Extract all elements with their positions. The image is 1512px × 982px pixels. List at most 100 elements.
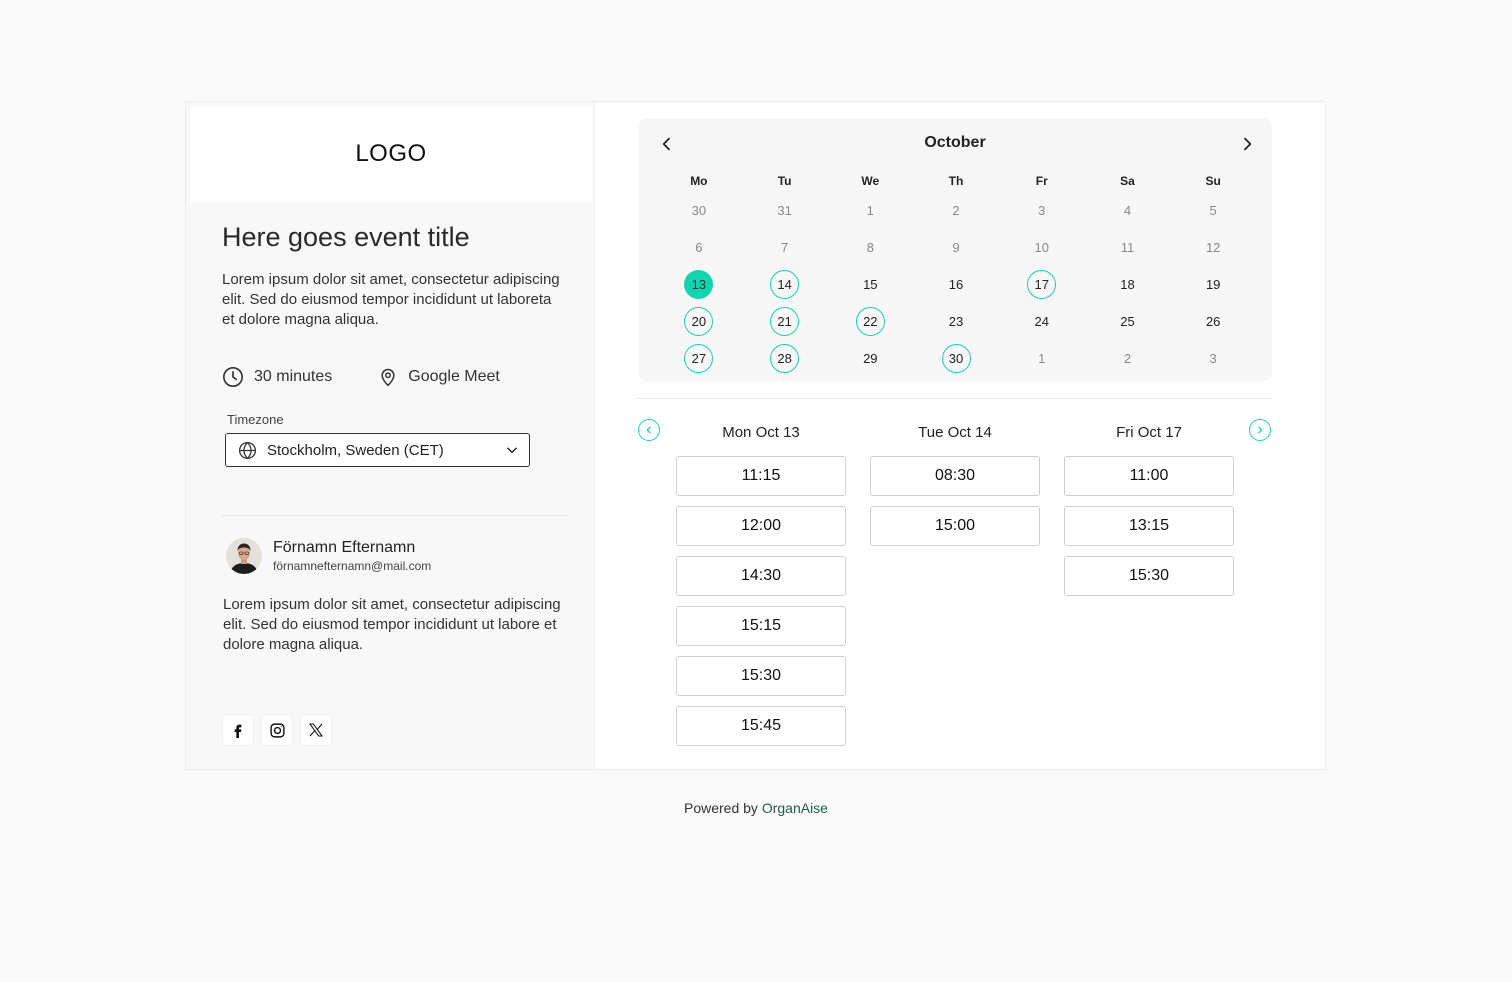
time-slot-button[interactable]: 15:30 — [1064, 556, 1234, 596]
next-days-button[interactable] — [1249, 419, 1271, 441]
calendar-day[interactable]: 23 — [942, 307, 971, 336]
weekday-label: Mo — [690, 174, 708, 188]
calendar-day: 4 — [1123, 203, 1132, 218]
host-email: förnamnefternamn@mail.com — [273, 559, 432, 573]
chevron-right-icon — [1258, 426, 1263, 434]
calendar-day: 12 — [1205, 240, 1221, 255]
logo-text: LOGO — [355, 140, 427, 167]
calendar-day[interactable]: 18 — [1113, 270, 1142, 299]
x-icon — [308, 723, 324, 737]
calendar-month: October — [924, 134, 986, 151]
calendar-grid: Mo Tu We Th Fr Sa Su 30 31 1 2 3 4 5 6 7 8 9 10 11 12 13 14 15… — [656, 170, 1256, 377]
calendar-week: 6 7 8 9 10 11 12 — [656, 229, 1256, 266]
slot-day-column: Tue Oct 14 08:30 15:00 — [870, 424, 1040, 546]
calendar-day-available[interactable]: 30 — [941, 344, 971, 373]
event-meta: 30 minutes Google Meet — [222, 366, 546, 388]
clock-icon — [223, 367, 243, 387]
calendar-day: 3 — [1209, 351, 1217, 366]
chevron-right-icon — [1244, 137, 1252, 151]
booking-card: LOGO Here goes event title Lorem ipsum d… — [185, 101, 1326, 770]
location: Google Meet — [378, 366, 500, 388]
calendar-day: 6 — [695, 240, 703, 255]
slot-day-title: Mon Oct 13 — [722, 424, 800, 441]
time-slot-button[interactable]: 12:00 — [676, 506, 846, 546]
chevron-down-icon — [507, 447, 517, 454]
calendar-week: 30 31 1 2 3 4 5 — [656, 192, 1256, 229]
event-info-panel: LOGO Here goes event title Lorem ipsum d… — [186, 102, 596, 769]
slot-day-column: Fri Oct 17 11:00 13:15 15:30 — [1064, 424, 1234, 596]
calendar-day[interactable]: 29 — [856, 344, 885, 373]
calendar-day: 2 — [1123, 351, 1132, 366]
weekday-label: Sa — [1120, 174, 1135, 188]
map-pin-icon — [381, 368, 395, 387]
calendar-day: 31 — [777, 203, 792, 218]
calendar-day: 7 — [780, 240, 789, 255]
avatar — [226, 538, 262, 574]
divider — [220, 515, 570, 516]
time-slot-button[interactable]: 15:45 — [676, 706, 846, 746]
slot-day-title: Fri Oct 17 — [1116, 424, 1182, 441]
powered-by-text: Powered by — [684, 800, 762, 816]
calendar-day[interactable]: 26 — [1199, 307, 1228, 336]
duration-text: 30 minutes — [254, 368, 333, 385]
host-bio: Lorem ipsum dolor sit amet, consectetur … — [223, 596, 561, 653]
timezone-value: Stockholm, Sweden (CET) — [267, 441, 444, 459]
event-title: Here goes event title — [222, 222, 470, 252]
weekday-label: We — [861, 174, 880, 188]
calendar-day-selected[interactable]: 13 — [684, 270, 714, 299]
slot-day-title: Tue Oct 14 — [918, 424, 992, 441]
footer: Powered by OrganAise — [0, 800, 1512, 816]
instagram-link[interactable] — [262, 715, 292, 745]
calendar-day: 8 — [866, 240, 874, 255]
calendar-day: 1 — [1038, 351, 1046, 366]
prev-days-button[interactable] — [638, 419, 660, 441]
calendar-day-available[interactable]: 28 — [770, 344, 800, 373]
calendar-day-available[interactable]: 21 — [770, 307, 800, 336]
time-slot-button[interactable]: 08:30 — [870, 456, 1040, 496]
calendar-day-available[interactable]: 22 — [855, 307, 885, 336]
calendar-day[interactable]: 24 — [1027, 307, 1056, 336]
slot-day-column: Mon Oct 13 11:15 12:00 14:30 15:15 15:30 15:45 — [676, 424, 846, 746]
social-links — [223, 715, 340, 745]
calendar: October Mo Tu We Th Fr Sa Su 30 31 1 2 3 4 5 6 7 8 9 10 11… — [638, 118, 1272, 381]
weekday-header: Mo Tu We Th Fr Sa Su — [656, 170, 1256, 192]
calendar-day: 10 — [1034, 240, 1049, 255]
globe-icon — [238, 441, 257, 460]
calendar-day[interactable]: 25 — [1113, 307, 1142, 336]
time-slot-button[interactable]: 15:00 — [870, 506, 1040, 546]
weekday-label: Su — [1205, 174, 1221, 188]
weekday-label: Tu — [777, 174, 792, 188]
calendar-day-available[interactable]: 17 — [1027, 270, 1057, 299]
calendar-day-available[interactable]: 14 — [770, 270, 800, 299]
time-slot-button[interactable]: 13:15 — [1064, 506, 1234, 546]
host-info: Förnamn Efternamn förnamnefternamn@mail.… — [226, 538, 431, 574]
time-slot-button[interactable]: 15:30 — [676, 656, 846, 696]
calendar-day: 2 — [952, 203, 960, 218]
time-slot-button[interactable]: 15:15 — [676, 606, 846, 646]
time-slot-button[interactable]: 11:00 — [1064, 456, 1234, 496]
timezone-select[interactable]: Stockholm, Sweden (CET) — [225, 433, 530, 467]
facebook-icon — [234, 724, 242, 738]
timezone-label: Timezone — [227, 412, 284, 427]
logo: LOGO — [190, 106, 592, 202]
calendar-day: 1 — [866, 203, 874, 218]
calendar-day[interactable]: 19 — [1199, 270, 1228, 299]
calendar-day[interactable]: 15 — [856, 270, 885, 299]
calendar-day: 11 — [1120, 240, 1135, 255]
calendar-day: 5 — [1209, 203, 1217, 218]
host-name: Förnamn Efternamn — [273, 539, 416, 556]
calendar-day-available[interactable]: 20 — [684, 307, 714, 336]
facebook-link[interactable] — [223, 715, 253, 745]
weekday-label: Fr — [1035, 174, 1048, 188]
brand-link[interactable]: OrganAise — [762, 800, 828, 816]
time-slot-button[interactable]: 14:30 — [676, 556, 846, 596]
time-slot-button[interactable]: 11:15 — [676, 456, 846, 496]
event-description: Lorem ipsum dolor sit amet, consectetur … — [222, 271, 560, 328]
calendar-day[interactable]: 16 — [942, 270, 971, 299]
calendar-week: 20 21 22 23 24 25 26 — [656, 303, 1256, 340]
section-divider — [636, 398, 1272, 399]
weekday-label: Th — [948, 174, 964, 188]
calendar-day-available[interactable]: 27 — [684, 344, 714, 373]
next-month-button[interactable] — [1235, 132, 1259, 156]
x-link[interactable] — [301, 715, 331, 745]
